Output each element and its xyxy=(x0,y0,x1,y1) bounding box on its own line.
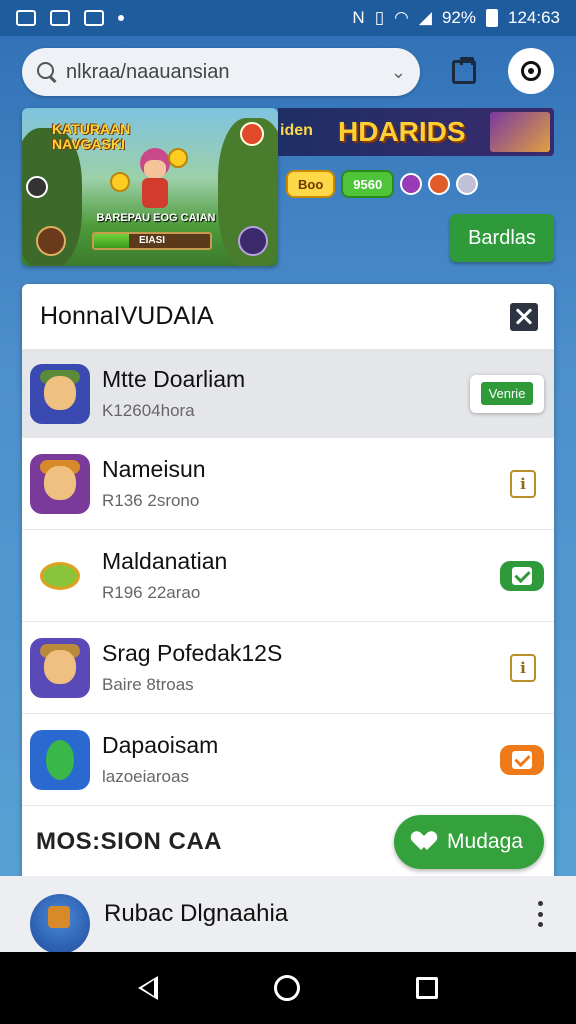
gold-pill[interactable]: Boo xyxy=(286,170,336,198)
panel-header: HonnaIVUDAIA xyxy=(22,284,554,350)
search-input[interactable] xyxy=(66,60,391,84)
app-icon-face xyxy=(44,375,76,410)
banner-progress: EIASI xyxy=(92,232,212,250)
item-title: Srag Pofedak12S xyxy=(102,640,283,666)
item-subtitle: Baire 8troas xyxy=(102,675,194,694)
view-button[interactable]: Venrie xyxy=(470,374,544,413)
search-box[interactable]: ⌄ xyxy=(22,48,420,96)
gem-pill[interactable]: 9560 xyxy=(341,170,395,198)
footer-label: MOS:SION CAA xyxy=(36,828,222,855)
mudaga-button-label: Mudaga xyxy=(447,830,523,853)
hero-face xyxy=(144,160,166,178)
info-icon[interactable]: i xyxy=(510,469,536,498)
recents-icon[interactable] xyxy=(416,977,438,999)
item-subtitle: K12604hora xyxy=(102,401,195,420)
image-notification-icon xyxy=(16,10,36,26)
system-nav-bar xyxy=(0,952,576,1024)
message-notification-icon xyxy=(84,10,104,26)
more-vert-icon[interactable] xyxy=(538,901,544,927)
app-icon-face xyxy=(44,649,76,684)
home-icon[interactable] xyxy=(274,975,300,1001)
gem-icon xyxy=(400,173,423,195)
app-avatar xyxy=(30,894,90,954)
signal-icon: ◢ xyxy=(418,8,432,27)
bottom-item-title: Rubac Dlgnaahia xyxy=(104,900,289,927)
video-notification-icon xyxy=(50,10,70,26)
search-row: ⌄ xyxy=(22,48,554,96)
gem-pill-label: 9560 xyxy=(353,176,383,192)
list-item[interactable]: Srag Pofedak12S Baire 8troas i xyxy=(22,622,554,714)
search-icon xyxy=(36,61,58,83)
reward-row: Boo 9560 xyxy=(286,170,479,198)
banner-progress-label: EIASI xyxy=(138,235,166,246)
bottom-list-item[interactable]: Rubac Dlgnaahia xyxy=(0,876,576,954)
nfc-icon: N xyxy=(352,8,365,27)
game-banner[interactable]: KATURAAN NAVGASKI BAREPAU EOG CAIAN EIAS… xyxy=(22,108,278,266)
app-icon xyxy=(30,453,90,514)
battery-icon xyxy=(486,9,498,27)
leaf-icon xyxy=(40,561,80,590)
app-icon xyxy=(30,637,90,698)
app-icon xyxy=(30,363,90,424)
hero-body xyxy=(142,178,168,208)
banner-caption: BAREPAU EOG CAIAN xyxy=(96,212,216,224)
list-item[interactable]: Maldanatian R196 22arao xyxy=(22,530,554,622)
app-icon xyxy=(30,729,90,790)
heart-icon xyxy=(415,832,437,852)
badge-icon xyxy=(240,122,264,146)
panel-footer: MOS:SION CAA Mudaga xyxy=(22,808,554,876)
gem-icon xyxy=(428,173,451,195)
coin-icon xyxy=(110,172,130,192)
more-notifications-icon xyxy=(118,15,124,21)
profile-button[interactable] xyxy=(508,48,554,94)
view-button-label: Venrie xyxy=(480,382,534,405)
panel-title: HonnaIVUDAIA xyxy=(40,302,214,330)
installed-check-button[interactable] xyxy=(500,560,544,591)
vibrate-icon: ▯ xyxy=(374,8,385,27)
clock: 124:63 xyxy=(508,8,560,27)
app-icon-face xyxy=(44,465,76,500)
leaf-icon xyxy=(46,739,74,780)
bardlas-button[interactable]: Bardlas xyxy=(450,214,554,262)
ad-banner[interactable]: iden HDARIDS xyxy=(278,108,554,156)
ad-thumbnail xyxy=(490,112,550,152)
game-list: Mtte Doarliam K12604hora Venrie Nameisun… xyxy=(22,350,554,806)
item-subtitle: lazoeiaroas xyxy=(102,767,189,786)
list-item[interactable]: Nameisun R136 2srono i xyxy=(22,438,554,530)
item-title: Nameisun xyxy=(102,456,206,482)
list-item[interactable]: Mtte Doarliam K12604hora Venrie xyxy=(22,350,554,438)
update-check-button[interactable] xyxy=(500,744,544,775)
dog-avatar-icon[interactable] xyxy=(36,226,66,256)
checkmark-icon xyxy=(512,566,532,585)
mudaga-button[interactable]: Mudaga xyxy=(394,815,544,869)
side-menu-icon[interactable] xyxy=(26,176,48,198)
target-icon xyxy=(521,61,541,81)
game-list-panel: HonnaIVUDAIA Mtte Doarliam K12604hora Ve… xyxy=(22,284,554,876)
app-icon xyxy=(30,545,90,606)
gold-pill-label: Boo xyxy=(298,176,324,192)
back-icon[interactable] xyxy=(138,976,158,1000)
info-icon[interactable]: i xyxy=(510,653,536,682)
status-bar: N ▯ ◠ ◢ 92% 124:63 xyxy=(0,0,576,36)
ad-left-text: iden xyxy=(280,122,313,139)
item-subtitle: R136 2srono xyxy=(102,491,200,510)
gem-icon xyxy=(456,173,479,195)
clipboard-icon[interactable] xyxy=(452,57,476,84)
chevron-down-icon[interactable]: ⌄ xyxy=(391,62,406,83)
coin-icon xyxy=(168,148,188,168)
checkmark-icon xyxy=(512,750,532,769)
wizard-avatar-icon[interactable] xyxy=(238,226,268,256)
list-item[interactable]: Dapaoisam lazoeiaroas xyxy=(22,714,554,806)
item-title: Mtte Doarliam xyxy=(102,366,246,392)
battery-percent: 92% xyxy=(441,8,476,27)
item-subtitle: R196 22arao xyxy=(102,583,201,602)
item-title: Maldanatian xyxy=(102,548,228,574)
close-icon[interactable] xyxy=(510,302,538,331)
ad-title: HDARIDS xyxy=(338,116,466,147)
item-title: Dapaoisam xyxy=(102,732,219,758)
wifi-icon: ◠ xyxy=(394,8,409,27)
